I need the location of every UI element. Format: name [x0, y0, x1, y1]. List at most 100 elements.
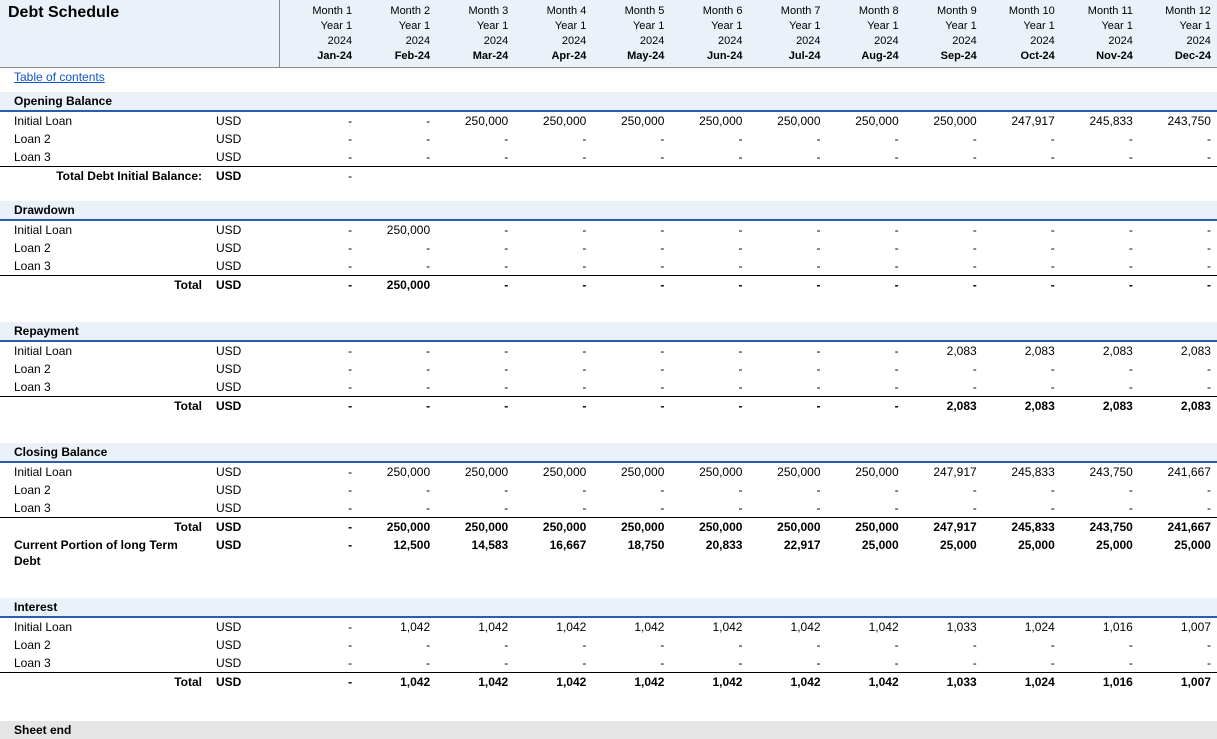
- cell[interactable]: 1,042: [748, 673, 826, 691]
- cell[interactable]: 1,042: [827, 673, 905, 691]
- cell[interactable]: [514, 167, 592, 185]
- cell[interactable]: -: [436, 130, 514, 148]
- cell[interactable]: -: [670, 378, 748, 396]
- cell[interactable]: -: [827, 654, 905, 672]
- cell[interactable]: -: [983, 378, 1061, 396]
- cell[interactable]: 14,583: [436, 536, 514, 570]
- cell[interactable]: 1,042: [436, 673, 514, 691]
- cell[interactable]: -: [905, 276, 983, 294]
- cell[interactable]: -: [592, 130, 670, 148]
- cell[interactable]: 250,000: [358, 221, 436, 239]
- cell[interactable]: -: [1061, 481, 1139, 499]
- cell[interactable]: 247,917: [905, 518, 983, 536]
- cell[interactable]: -: [905, 481, 983, 499]
- cell[interactable]: 250,000: [905, 112, 983, 130]
- cell[interactable]: -: [592, 276, 670, 294]
- cell[interactable]: -: [1061, 360, 1139, 378]
- cell[interactable]: -: [748, 239, 826, 257]
- cell[interactable]: -: [280, 463, 358, 481]
- cell[interactable]: 250,000: [514, 112, 592, 130]
- cell[interactable]: -: [436, 239, 514, 257]
- cell[interactable]: -: [514, 148, 592, 166]
- cell[interactable]: [1139, 167, 1217, 185]
- cell[interactable]: 16,667: [514, 536, 592, 570]
- cell[interactable]: -: [905, 378, 983, 396]
- cell[interactable]: -: [592, 221, 670, 239]
- cell[interactable]: [1061, 167, 1139, 185]
- cell[interactable]: -: [1139, 148, 1217, 166]
- cell[interactable]: -: [1139, 481, 1217, 499]
- cell[interactable]: -: [670, 499, 748, 517]
- cell[interactable]: -: [748, 342, 826, 360]
- cell[interactable]: -: [280, 518, 358, 536]
- cell[interactable]: -: [827, 378, 905, 396]
- cell[interactable]: 1,042: [670, 618, 748, 636]
- cell[interactable]: [670, 167, 748, 185]
- cell[interactable]: -: [827, 636, 905, 654]
- cell[interactable]: -: [1061, 276, 1139, 294]
- cell[interactable]: -: [592, 481, 670, 499]
- cell[interactable]: -: [748, 654, 826, 672]
- cell[interactable]: -: [983, 221, 1061, 239]
- cell[interactable]: -: [983, 636, 1061, 654]
- cell[interactable]: -: [436, 148, 514, 166]
- cell[interactable]: -: [592, 342, 670, 360]
- cell[interactable]: -: [983, 481, 1061, 499]
- cell[interactable]: 1,042: [358, 618, 436, 636]
- cell[interactable]: -: [436, 397, 514, 415]
- cell[interactable]: 2,083: [983, 342, 1061, 360]
- cell[interactable]: -: [280, 636, 358, 654]
- cell[interactable]: -: [670, 481, 748, 499]
- cell[interactable]: -: [1139, 378, 1217, 396]
- cell[interactable]: -: [1061, 221, 1139, 239]
- cell[interactable]: -: [983, 276, 1061, 294]
- cell[interactable]: 2,083: [1061, 397, 1139, 415]
- cell[interactable]: -: [280, 481, 358, 499]
- cell[interactable]: 1,042: [827, 618, 905, 636]
- cell[interactable]: -: [1139, 636, 1217, 654]
- cell[interactable]: [358, 167, 436, 185]
- cell[interactable]: 250,000: [592, 463, 670, 481]
- cell[interactable]: -: [983, 130, 1061, 148]
- cell[interactable]: 2,083: [905, 397, 983, 415]
- cell[interactable]: -: [514, 221, 592, 239]
- cell[interactable]: -: [436, 378, 514, 396]
- cell[interactable]: -: [514, 239, 592, 257]
- cell[interactable]: -: [905, 636, 983, 654]
- cell[interactable]: [592, 167, 670, 185]
- cell[interactable]: -: [1061, 654, 1139, 672]
- cell[interactable]: -: [436, 360, 514, 378]
- cell[interactable]: [748, 167, 826, 185]
- cell[interactable]: 250,000: [358, 518, 436, 536]
- cell[interactable]: -: [827, 397, 905, 415]
- cell[interactable]: [436, 167, 514, 185]
- cell[interactable]: -: [280, 167, 358, 185]
- cell[interactable]: -: [280, 618, 358, 636]
- cell[interactable]: -: [827, 257, 905, 275]
- cell[interactable]: -: [748, 636, 826, 654]
- cell[interactable]: -: [592, 499, 670, 517]
- cell[interactable]: -: [358, 378, 436, 396]
- cell[interactable]: -: [280, 673, 358, 691]
- cell[interactable]: 250,000: [827, 112, 905, 130]
- cell[interactable]: -: [514, 342, 592, 360]
- cell[interactable]: 250,000: [358, 463, 436, 481]
- cell[interactable]: -: [1061, 239, 1139, 257]
- cell[interactable]: -: [358, 654, 436, 672]
- cell[interactable]: -: [436, 481, 514, 499]
- cell[interactable]: -: [670, 130, 748, 148]
- cell[interactable]: -: [827, 130, 905, 148]
- cell[interactable]: 250,000: [748, 463, 826, 481]
- cell[interactable]: -: [592, 636, 670, 654]
- cell[interactable]: -: [748, 130, 826, 148]
- cell[interactable]: -: [592, 239, 670, 257]
- cell[interactable]: -: [1139, 499, 1217, 517]
- cell[interactable]: -: [748, 276, 826, 294]
- cell[interactable]: -: [748, 257, 826, 275]
- cell[interactable]: -: [280, 276, 358, 294]
- cell[interactable]: -: [280, 112, 358, 130]
- cell[interactable]: -: [280, 536, 358, 570]
- cell[interactable]: -: [280, 360, 358, 378]
- cell[interactable]: 25,000: [905, 536, 983, 570]
- cell[interactable]: 18,750: [592, 536, 670, 570]
